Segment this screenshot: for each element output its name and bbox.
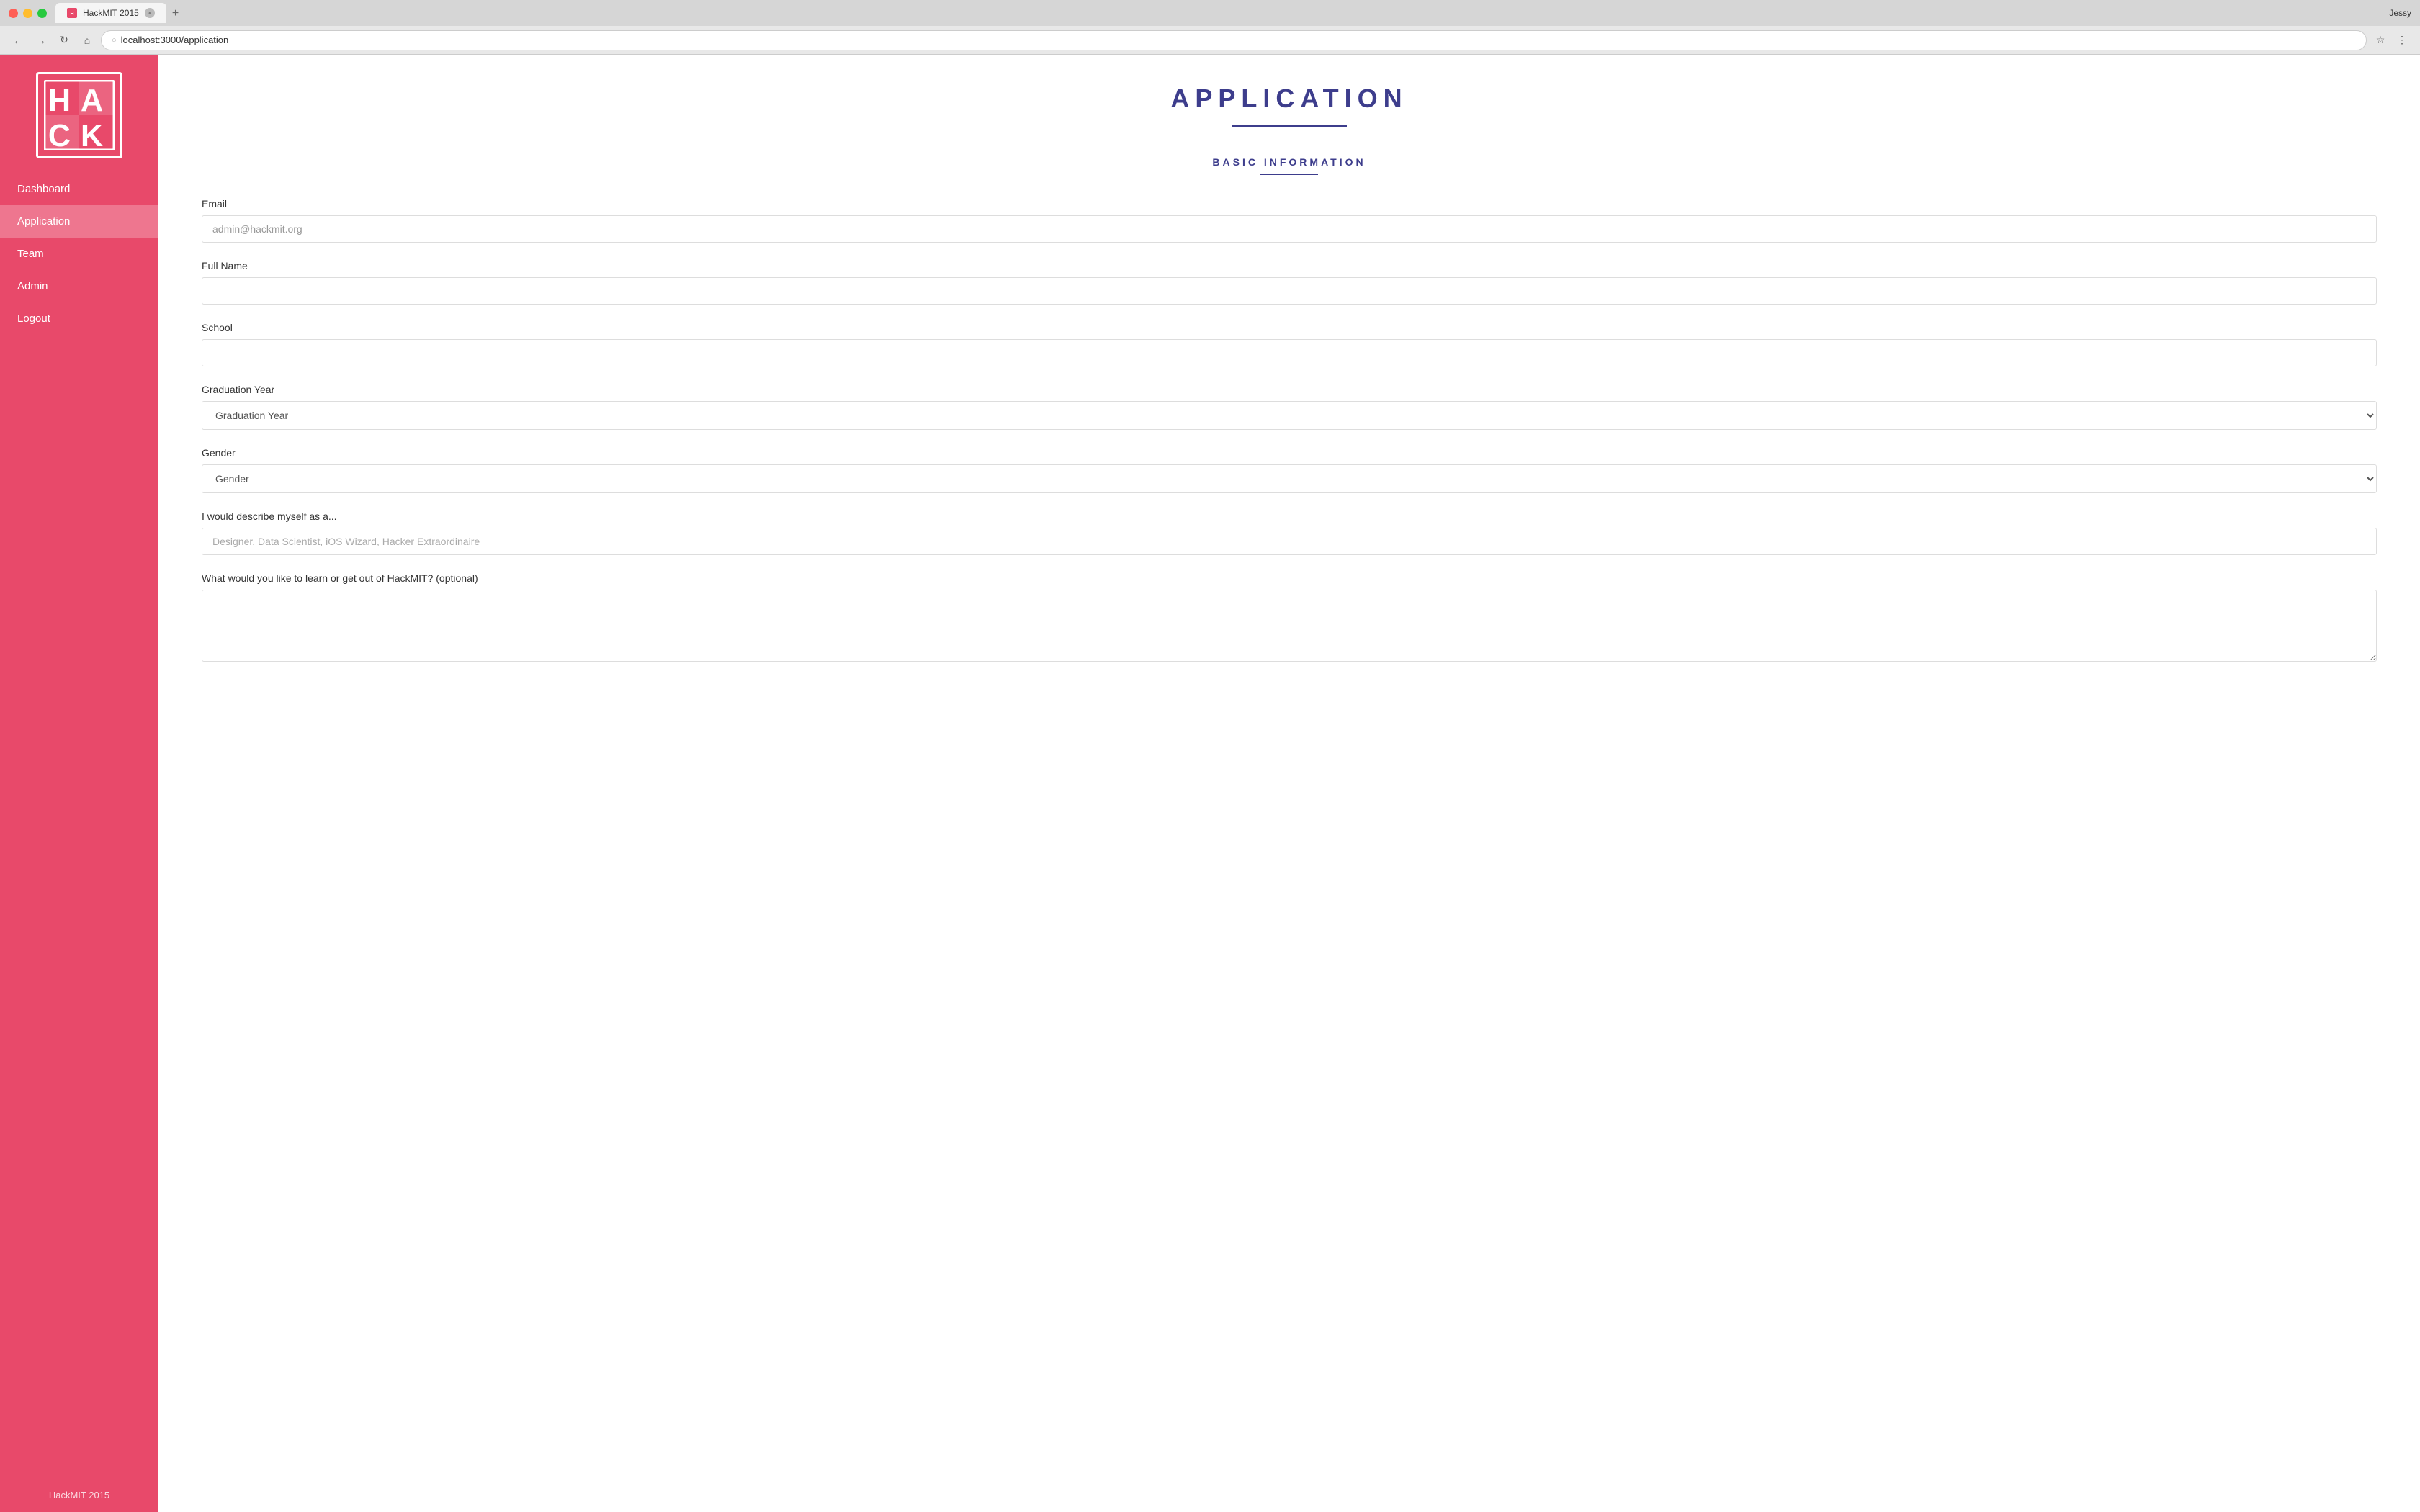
- sidebar-item-team[interactable]: Team: [0, 238, 158, 270]
- sidebar-item-dashboard[interactable]: Dashboard: [0, 173, 158, 205]
- window-controls: [9, 9, 47, 18]
- logo-svg: H A C K: [44, 80, 115, 150]
- graduation-year-select[interactable]: Graduation Year 2015 2016 2017 2018 2019: [202, 401, 2377, 430]
- home-button[interactable]: ⌂: [78, 31, 97, 50]
- describe-group: I would describe myself as a...: [202, 510, 2377, 555]
- learn-label: What would you like to learn or get out …: [202, 572, 2377, 584]
- email-group: Email admin@hackmit.org: [202, 198, 2377, 243]
- title-underline: [1232, 125, 1347, 127]
- tab-bar: H HackMIT 2015 × +: [55, 3, 2389, 23]
- user-label: Jessy: [2389, 8, 2411, 18]
- svg-text:K: K: [81, 119, 103, 150]
- nav-toolbar: ← → ↻ ⌂ ○ localhost:3000/application ☆ ⋮: [0, 26, 2420, 55]
- main-content: APPLICATION BASIC INFORMATION Email admi…: [158, 55, 2420, 1512]
- app-layout: H A C K Dashboard Application: [0, 55, 2420, 1512]
- tab-favicon: H: [67, 8, 77, 18]
- gender-select[interactable]: Gender Male Female Non-binary Prefer not…: [202, 464, 2377, 493]
- maximize-button[interactable]: [37, 9, 47, 18]
- sidebar-item-application[interactable]: Application: [0, 205, 158, 238]
- close-button[interactable]: [9, 9, 18, 18]
- browser-titlebar: H HackMIT 2015 × + Jessy: [0, 0, 2420, 26]
- lock-icon: ○: [112, 36, 117, 45]
- menu-button[interactable]: ⋮: [2393, 31, 2411, 50]
- new-tab-button[interactable]: +: [166, 4, 184, 23]
- describe-input[interactable]: [202, 528, 2377, 555]
- page-title: APPLICATION: [202, 84, 2377, 114]
- graduation-year-group: Graduation Year Graduation Year 2015 201…: [202, 384, 2377, 430]
- sidebar-logo: H A C K: [36, 72, 122, 158]
- sidebar-nav: Dashboard Application Team Admin Logout: [0, 173, 158, 1478]
- tab-close-button[interactable]: ×: [145, 8, 155, 18]
- forward-button[interactable]: →: [32, 31, 50, 50]
- fullname-label: Full Name: [202, 260, 2377, 271]
- browser-tab[interactable]: H HackMIT 2015 ×: [55, 3, 166, 23]
- sidebar-item-logout[interactable]: Logout: [0, 302, 158, 335]
- minimize-button[interactable]: [23, 9, 32, 18]
- svg-text:H: H: [48, 84, 71, 118]
- section-title: BASIC INFORMATION: [202, 156, 2377, 168]
- sidebar-item-admin[interactable]: Admin: [0, 270, 158, 302]
- browser-chrome: H HackMIT 2015 × + Jessy ← → ↻ ⌂ ○ local…: [0, 0, 2420, 55]
- describe-label: I would describe myself as a...: [202, 510, 2377, 522]
- svg-text:H: H: [70, 12, 73, 17]
- tab-title: HackMIT 2015: [83, 8, 139, 18]
- section-underline: [1260, 174, 1318, 175]
- fullname-group: Full Name: [202, 260, 2377, 305]
- school-label: School: [202, 322, 2377, 333]
- email-display: admin@hackmit.org: [202, 215, 2377, 243]
- fullname-input[interactable]: [202, 277, 2377, 305]
- graduation-year-label: Graduation Year: [202, 384, 2377, 395]
- toolbar-right: ☆ ⋮: [2371, 31, 2411, 50]
- reload-button[interactable]: ↻: [55, 31, 73, 50]
- bookmark-button[interactable]: ☆: [2371, 31, 2390, 50]
- address-bar[interactable]: ○ localhost:3000/application: [101, 30, 2367, 50]
- gender-group: Gender Gender Male Female Non-binary Pre…: [202, 447, 2377, 493]
- url-text: localhost:3000/application: [121, 35, 229, 45]
- sidebar: H A C K Dashboard Application: [0, 55, 158, 1512]
- school-input[interactable]: [202, 339, 2377, 366]
- sidebar-footer: HackMIT 2015: [37, 1478, 121, 1512]
- learn-group: What would you like to learn or get out …: [202, 572, 2377, 665]
- gender-label: Gender: [202, 447, 2377, 459]
- school-group: School: [202, 322, 2377, 366]
- learn-textarea[interactable]: [202, 590, 2377, 662]
- email-label: Email: [202, 198, 2377, 210]
- back-button[interactable]: ←: [9, 31, 27, 50]
